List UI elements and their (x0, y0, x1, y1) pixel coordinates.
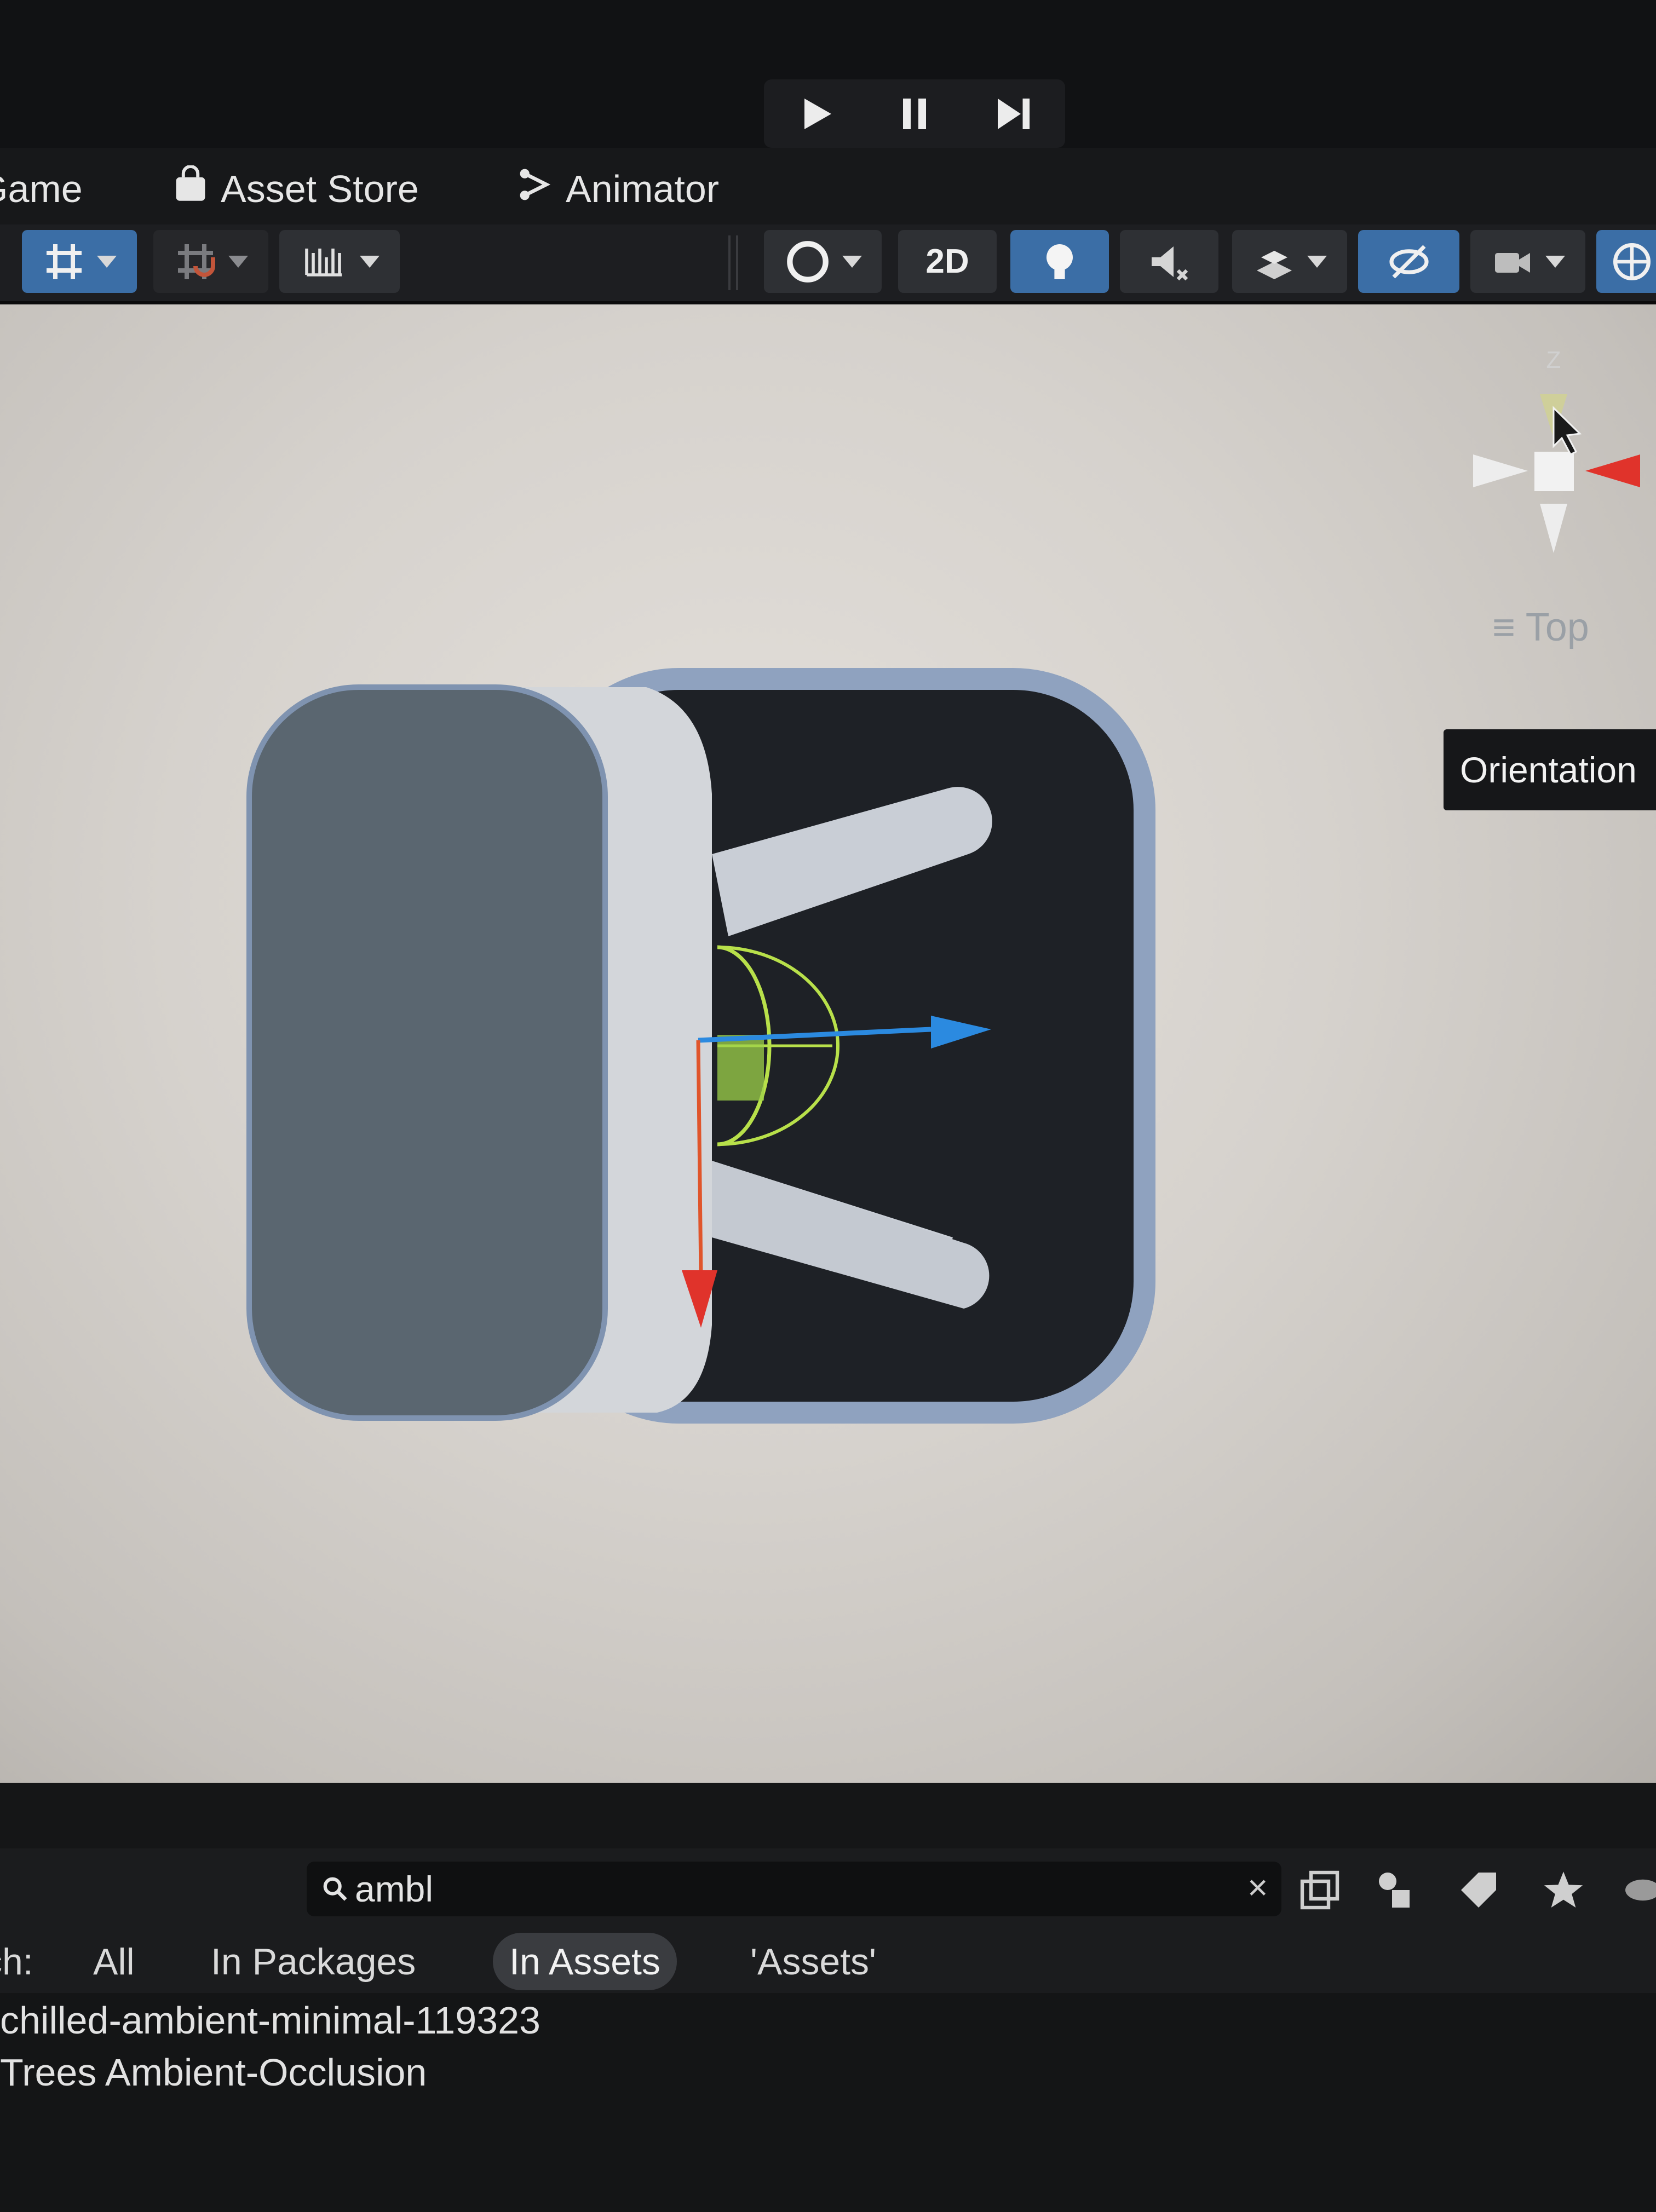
filter-all[interactable]: All (77, 1933, 151, 1990)
gizmos-icon (1613, 243, 1651, 280)
gizmo-center-cube[interactable] (1534, 452, 1574, 491)
scene-visibility-button[interactable] (1358, 230, 1459, 293)
mouse-cursor-icon (1553, 406, 1582, 456)
tab-animator-label: Animator (566, 168, 720, 210)
effects-button[interactable] (1232, 230, 1347, 293)
grid-snap-icon (178, 244, 215, 279)
chevron-down-icon (360, 255, 380, 268)
z-axis-label: Z (1546, 347, 1561, 373)
y-axis-cone-neg[interactable] (1540, 504, 1567, 553)
hidden-packages-icon[interactable] (1621, 1868, 1656, 1912)
audio-toggle-button[interactable] (1120, 230, 1218, 293)
play-controls (764, 79, 1065, 148)
result-item[interactable]: chilled-ambient-minimal-119323 (0, 1998, 540, 2042)
hidden-visibility-icon (1389, 244, 1429, 279)
tab-animator[interactable]: Animator (518, 159, 719, 219)
scene-canvas: Z (246, 347, 1640, 1424)
step-icon (998, 98, 1030, 129)
chevron-down-icon (97, 255, 117, 268)
filter-in-packages[interactable]: In Packages (194, 1933, 432, 1990)
shading-mode-button[interactable] (764, 230, 882, 293)
2d-toggle-button[interactable]: 2D (898, 230, 997, 293)
grid-snap-button[interactable] (153, 230, 268, 293)
increment-snap-icon (305, 248, 342, 276)
x-axis-line[interactable] (696, 1040, 703, 1276)
chevron-down-icon (1307, 255, 1327, 268)
search-icon (323, 1877, 347, 1901)
orientation-label[interactable]: ≡ Top (1492, 605, 1589, 650)
tag-icon[interactable] (1457, 1868, 1500, 1912)
orientation-label-text: Top (1525, 606, 1589, 649)
pause-icon (903, 98, 926, 129)
favorite-star-icon[interactable] (1542, 1868, 1585, 1912)
result-item[interactable]: Trees Ambient-Occlusion (0, 2050, 427, 2094)
filter-in-packages-label: In Packages (211, 1940, 416, 1983)
shopping-bag-icon (173, 165, 209, 212)
snap-icon (47, 244, 82, 279)
orientation-gizmo[interactable]: Z (1473, 347, 1640, 553)
project-search-field[interactable]: ambl (307, 1862, 1281, 1916)
y-axis-handle[interactable] (717, 1035, 764, 1101)
2d-toggle-label: 2D (925, 243, 969, 280)
tab-game-label: Game (0, 168, 83, 210)
filter-assets-folder-label: 'Assets' (750, 1940, 877, 1983)
shading-mode-icon (786, 240, 829, 283)
result-item-label: chilled-ambient-minimal-119323 (0, 1999, 540, 2042)
result-item-label: Trees Ambient-Occlusion (0, 2051, 427, 2094)
search-query: ambl (355, 1869, 434, 1909)
filter-in-assets[interactable]: In Assets (493, 1933, 677, 1990)
increment-snap-button[interactable] (279, 230, 400, 293)
filter-in-assets-label: In Assets (509, 1940, 660, 1983)
pause-button[interactable] (868, 79, 961, 148)
audio-icon (1152, 246, 1188, 280)
step-button[interactable] (967, 79, 1060, 148)
camera-icon (1495, 252, 1530, 273)
plug-cap (246, 684, 608, 1421)
search-scope-prefix: ch: (0, 1940, 33, 1983)
camera-settings-button[interactable] (1470, 230, 1585, 293)
filter-assets-folder[interactable]: 'Assets' (734, 1933, 893, 1990)
effects-icon (1257, 250, 1292, 279)
search-by-type-icon[interactable] (1298, 1868, 1342, 1912)
chevron-down-icon (228, 255, 248, 268)
gizmos-button[interactable] (1596, 230, 1656, 293)
hamburger-icon: ≡ (1492, 606, 1516, 649)
tab-game[interactable]: Game (0, 159, 83, 219)
play-button[interactable] (769, 79, 863, 148)
tab-asset-store-label: Asset Store (221, 168, 419, 210)
chevron-down-icon (842, 255, 862, 268)
x-axis-cone-red[interactable] (1585, 454, 1640, 487)
chevron-down-icon (1545, 255, 1565, 268)
filter-all-label: All (93, 1940, 135, 1983)
panel-tab-strip (0, 1783, 1656, 1848)
tab-asset-store[interactable]: Asset Store (173, 159, 419, 219)
lighting-toggle-button[interactable] (1010, 230, 1109, 293)
play-icon (804, 98, 831, 129)
tooltip-text: Orientation (1460, 750, 1637, 790)
lighting-icon (1046, 244, 1073, 279)
clear-search-icon[interactable]: × (1247, 1867, 1268, 1908)
snap-toggle-button[interactable] (22, 230, 137, 293)
animator-icon (518, 166, 554, 211)
x-axis-cone-neg[interactable] (1473, 454, 1528, 487)
toolbar-divider (728, 235, 738, 290)
orientation-tooltip: Orientation (1444, 729, 1656, 810)
search-by-label-icon[interactable] (1375, 1868, 1418, 1912)
